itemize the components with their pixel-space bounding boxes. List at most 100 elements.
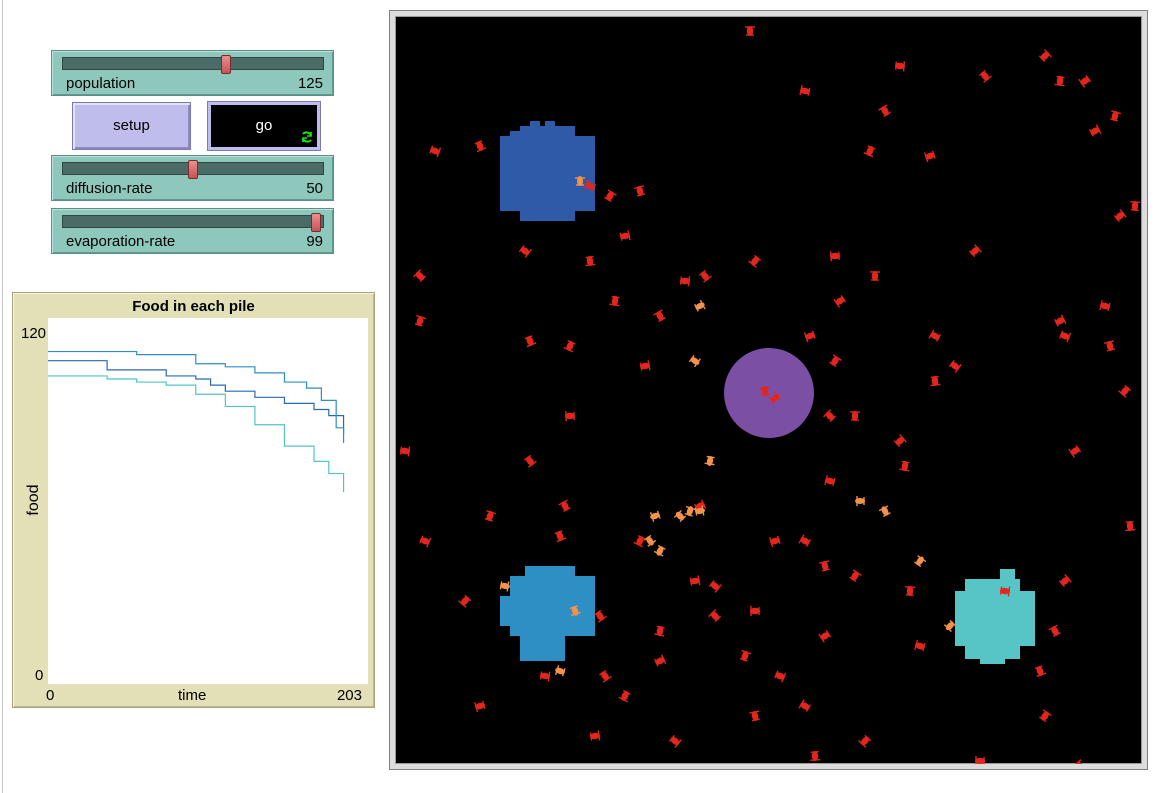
world-view[interactable] [389,10,1148,770]
ant [818,630,832,643]
ant [849,569,862,583]
ant [554,530,567,543]
ant [893,434,907,448]
ant [523,454,537,468]
ant [1125,520,1136,532]
ant [633,535,646,548]
ant [524,335,537,348]
ant [824,475,836,487]
slider-label: diffusion-rate [66,180,153,197]
ant [558,499,571,513]
ant [1073,759,1085,764]
food-pile-2 [500,566,595,661]
ant [928,329,942,342]
ant [975,756,985,764]
ant [399,446,411,457]
ant-carrying-food [914,555,927,568]
ant [654,654,667,667]
window-left-border [2,0,3,793]
plot-series-1 [48,360,345,434]
y-axis-max: 120 [21,325,47,342]
ant [745,26,755,36]
ant [689,575,701,586]
plot-title: Food in each pile [132,298,255,315]
ant [968,244,982,258]
slider-label: evaporation-rate [66,233,176,250]
ant-carrying-food [688,355,701,368]
ant-carrying-food [653,544,666,557]
food-plot: Food in each pile 120 0 0 203 time food [12,292,375,708]
slider-track[interactable] [62,55,324,74]
plot-canvas [48,318,368,684]
ant [1130,200,1141,211]
x-axis-min: 0 [46,687,55,704]
slider-thumb[interactable] [220,55,231,74]
ant [1038,49,1052,63]
ant [1054,314,1067,327]
slider-track[interactable] [62,213,324,232]
ant [1048,624,1061,638]
ant [895,61,906,72]
ant [829,354,842,368]
setup-button[interactable]: setup [72,102,191,150]
ant [474,140,487,153]
ant [948,359,962,373]
ant [565,411,575,422]
go-button-label: go [255,117,273,134]
ant [833,295,847,308]
diffusion-rate-slider[interactable]: diffusion-rate 50 [51,155,334,201]
ant [1104,340,1116,352]
go-button[interactable]: go [207,101,321,151]
ant [978,69,992,83]
plot-lines [48,350,345,492]
plot-series-2 [48,350,345,444]
evaporation-rate-slider[interactable]: evaporation-rate 99 [51,208,334,254]
ant [1054,75,1065,87]
ant-carrying-food [649,510,661,522]
ant [799,85,811,96]
population-slider[interactable]: population 125 [51,50,334,96]
slider-track[interactable] [62,160,324,179]
ant [1118,384,1132,398]
ant [679,276,691,287]
ant-carrying-food [704,455,715,466]
ant [698,269,712,283]
world-canvas[interactable] [395,16,1142,764]
ant [749,710,760,722]
slider-thumb[interactable] [188,160,198,179]
ant [1109,110,1122,122]
ant [1088,124,1102,137]
food-pile-1 [500,121,595,221]
ant [563,340,576,353]
ant [1099,300,1111,311]
ant [589,730,601,741]
ant [899,460,910,472]
ant [708,609,722,623]
ant [414,315,427,327]
slider-label: population [66,75,136,92]
plot-series-3 [48,375,345,492]
ant [413,269,427,283]
x-axis-max: 203 [336,687,362,704]
ant [750,606,760,617]
ant [1068,445,1082,458]
forever-icon [302,131,312,143]
ant [1078,75,1092,88]
ant [748,254,762,268]
ant [870,271,881,281]
ant [599,669,612,683]
ant-carrying-food [943,619,957,633]
x-axis-label: time [178,687,207,704]
slider-thumb[interactable] [310,213,321,232]
ant [594,609,607,623]
ant [1113,209,1127,223]
ant [914,639,926,652]
ant [708,579,722,593]
ant [639,360,651,371]
ant [539,671,551,682]
ant [905,586,916,596]
ant [830,251,840,262]
ant [484,509,497,522]
ant [850,411,861,421]
ant-carrying-food [673,509,687,523]
